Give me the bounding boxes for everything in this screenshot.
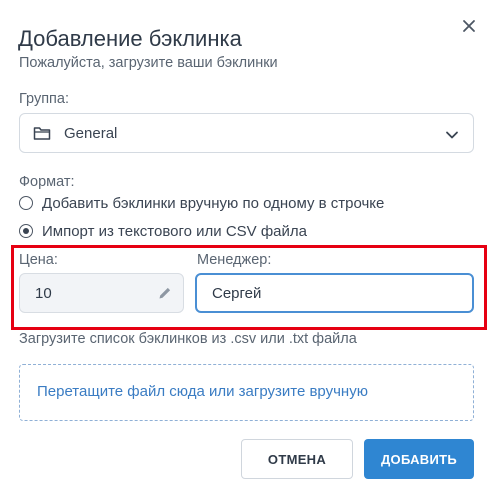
price-value: 10: [35, 285, 52, 302]
group-label: Группа:: [19, 91, 69, 107]
pencil-icon[interactable]: [157, 285, 173, 305]
format-label: Формат:: [19, 174, 75, 190]
format-option-file[interactable]: Импорт из текстового или CSV файла: [19, 221, 307, 241]
group-select-value: General: [64, 125, 118, 142]
manager-value: Сергей: [212, 285, 262, 302]
folder-icon: [33, 125, 51, 146]
upload-hint: Загрузите список бэклинков из .csv или .…: [19, 331, 357, 347]
price-label: Цена:: [19, 252, 58, 268]
radio-button-checked[interactable]: [19, 224, 33, 238]
file-dropzone[interactable]: Перетащите файл сюда или загрузите вручн…: [19, 364, 474, 421]
add-button[interactable]: ДОБАВИТЬ: [364, 439, 474, 479]
format-option-label: Добавить бэклинки вручную по одному в ст…: [42, 194, 385, 212]
manager-label: Менеджер:: [197, 252, 272, 268]
group-select[interactable]: General: [19, 113, 474, 153]
dropzone-text[interactable]: Перетащите файл сюда или загрузите вручн…: [37, 383, 368, 400]
chevron-down-icon: [445, 127, 459, 145]
dialog-subtitle: Пожалуйста, загрузите ваши бэклинки: [19, 55, 278, 71]
format-option-manual[interactable]: Добавить бэклинки вручную по одному в ст…: [19, 193, 384, 213]
dialog-title: Добавление бэклинка: [18, 26, 242, 51]
radio-button[interactable]: [19, 196, 33, 210]
price-input[interactable]: 10: [19, 273, 184, 313]
cancel-button[interactable]: ОТМЕНА: [241, 439, 353, 479]
manager-input[interactable]: Сергей: [195, 273, 474, 313]
close-icon[interactable]: [459, 16, 479, 36]
format-option-label: Импорт из текстового или CSV файла: [42, 222, 307, 240]
